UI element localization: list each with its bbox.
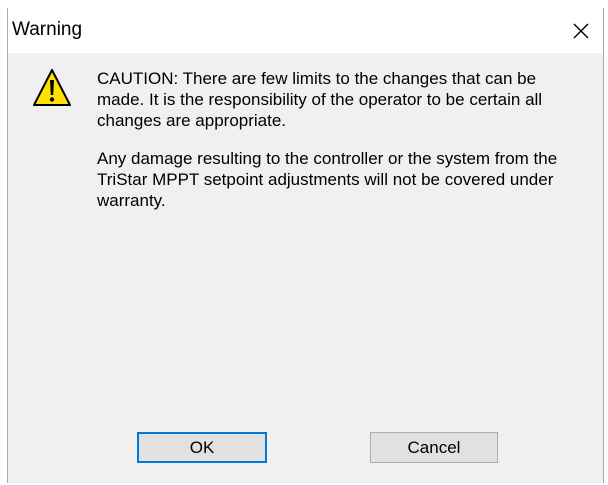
ok-button[interactable]: OK bbox=[137, 432, 267, 463]
dialog-title: Warning bbox=[12, 19, 83, 40]
caution-message: CAUTION: There are few limits to the cha… bbox=[97, 69, 543, 130]
cancel-button[interactable]: Cancel bbox=[370, 432, 498, 463]
warning-dialog: Warning CAUTION: There are few limits to… bbox=[7, 8, 604, 483]
warranty-message: Any damage resulting to the controller o… bbox=[97, 149, 558, 210]
close-icon bbox=[573, 23, 589, 38]
close-button[interactable] bbox=[559, 8, 603, 53]
warning-triangle-icon bbox=[33, 69, 71, 106]
title-bar: Warning bbox=[8, 8, 603, 53]
